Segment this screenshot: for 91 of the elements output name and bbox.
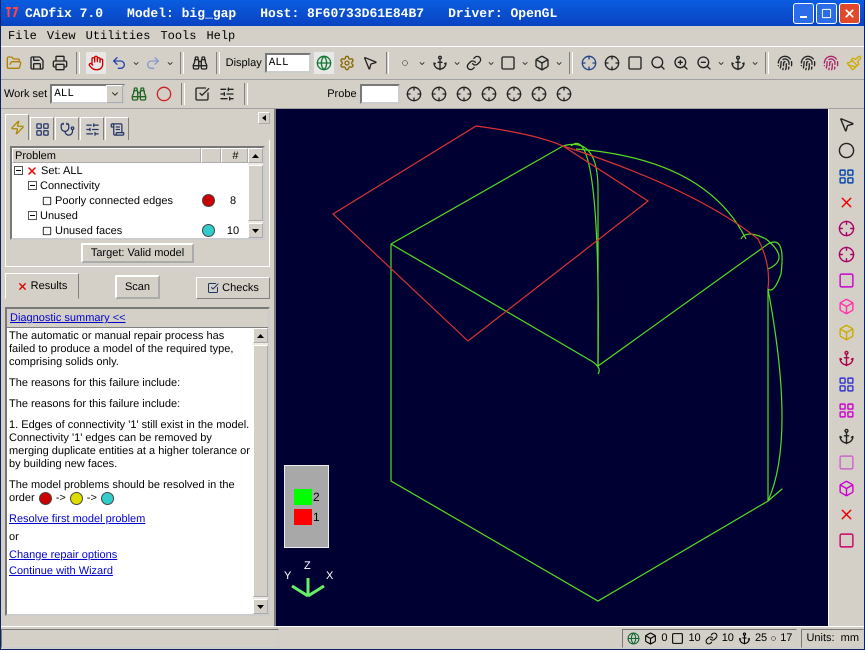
entity-count: 17 [780, 632, 792, 644]
checkbox-icon [207, 282, 220, 294]
entity-count: 25 [754, 632, 768, 644]
diagnostic-summary-link[interactable]: Diagnostic summary << [10, 312, 126, 324]
stethoscope-tab[interactable] [55, 117, 79, 140]
arrow-text: -> [56, 492, 66, 505]
window-title: Driver: OpenGL [448, 6, 558, 20]
tree-item[interactable]: Set: ALL [41, 164, 83, 176]
entity-count: 10 [688, 632, 701, 644]
probe-label: Probe [327, 88, 357, 100]
work-set-label: Work set [4, 88, 48, 100]
axis-label: Z [304, 560, 311, 572]
globe-icon [627, 632, 640, 644]
resolve-link[interactable]: Resolve first model problem [9, 513, 251, 526]
entity-count: 10 [722, 632, 734, 644]
lightning-icon [10, 120, 24, 135]
repair-options-link[interactable]: Change repair options [9, 549, 251, 562]
axis-label: Y [284, 570, 292, 582]
diagnostic-text: The model problems should be resolved in the [9, 479, 236, 492]
arrow-text: -> [86, 492, 97, 505]
cube-icon [644, 632, 658, 644]
up-arrow-icon [252, 154, 259, 158]
lightning-tab[interactable] [5, 114, 29, 140]
left-arrow-icon [261, 115, 267, 121]
scroll-tab[interactable] [105, 117, 129, 140]
order-label: order [9, 492, 35, 505]
diagnostic-text: The automatic or manual repair process has failed to produce a model of the required type, comprising solids only. [9, 330, 234, 369]
sliders-icon [84, 122, 100, 136]
hand-icon[interactable] [86, 52, 106, 74]
sliders-tab[interactable] [80, 117, 104, 140]
collapse-toggle-icon[interactable] [28, 181, 37, 190]
point-icon [771, 636, 776, 640]
work-set-dropdown[interactable]: ALL [50, 84, 126, 104]
tree-item[interactable]: Unused faces [55, 224, 199, 236]
target-button[interactable]: Target: Valid model [80, 243, 194, 263]
menu-item[interactable]: Utilities [80, 29, 156, 43]
tree-item[interactable]: Poorly connected edges [55, 194, 199, 206]
entity-icon [42, 226, 52, 236]
legend-label: 1 [313, 510, 320, 524]
scrollbar[interactable] [253, 328, 268, 614]
grid-icon [34, 122, 50, 136]
globe-icon[interactable] [314, 52, 334, 74]
scan-button[interactable]: Scan [114, 275, 160, 299]
display-field[interactable]: ALL [264, 53, 311, 73]
window-title: Model: big_gap [127, 6, 236, 20]
link-icon [704, 632, 718, 644]
units-field: Units: mm [801, 628, 864, 648]
legend-label: 2 [313, 490, 320, 504]
diagnostic-text: The reasons for this failure include: [9, 377, 182, 390]
stethoscope-icon [60, 122, 74, 136]
tree-item[interactable]: Unused [40, 210, 78, 222]
error-cross-icon [26, 164, 38, 176]
close-button[interactable] [839, 2, 860, 24]
entity-count: 0 [661, 632, 668, 644]
diagnostic-text: The reasons for this failure include: [9, 398, 182, 411]
collapse-button[interactable] [258, 112, 270, 124]
window-title: CADfix 7.0 [25, 6, 104, 20]
probe-field[interactable] [360, 84, 400, 104]
up-arrow-icon [257, 334, 264, 338]
tree-item[interactable]: Connectivity [40, 180, 100, 192]
menu-item[interactable]: View [42, 29, 81, 43]
maximize-icon [821, 8, 832, 18]
problem-count: 10 [226, 224, 240, 236]
problem-count: 8 [228, 194, 238, 206]
window-title: Host: 8F60733D61E84B7 [260, 6, 424, 20]
entity-icon [42, 196, 52, 206]
scroll-icon [110, 122, 124, 136]
menu-item[interactable]: File [3, 29, 42, 43]
panel-tab[interactable]: Checks [196, 277, 270, 299]
or-text: or [9, 531, 20, 544]
down-arrow-icon [257, 604, 264, 608]
wizard-link[interactable]: Continue with Wizard [9, 565, 251, 578]
collapse-toggle-icon[interactable] [14, 166, 23, 175]
column-header: # [220, 148, 248, 163]
scrollbar[interactable] [248, 148, 263, 238]
3d-viewport[interactable]: 2 1 Y Z X [276, 109, 828, 626]
grid-tab[interactable] [30, 117, 54, 140]
close-icon [843, 6, 856, 20]
panel-tab[interactable]: Results [5, 273, 79, 299]
menu-item[interactable]: Tools [155, 29, 202, 43]
maximize-button[interactable] [816, 2, 837, 24]
display-label: Display [226, 57, 262, 69]
menu-item[interactable]: Help [201, 29, 240, 43]
collapse-toggle-icon[interactable] [28, 211, 37, 220]
cross-icon [16, 280, 28, 292]
axis-label: X [326, 570, 334, 582]
column-header: Problem [12, 148, 201, 163]
minimize-icon [800, 16, 807, 18]
diagnostic-text: 1. Edges of connectivity '1' still exist in the model. Connectivity '1' edges can be removed by merging duplicate entities at a higher tolerance or by building new faces. [9, 419, 251, 471]
down-arrow-icon [252, 228, 259, 232]
minimize-button[interactable] [793, 2, 814, 24]
